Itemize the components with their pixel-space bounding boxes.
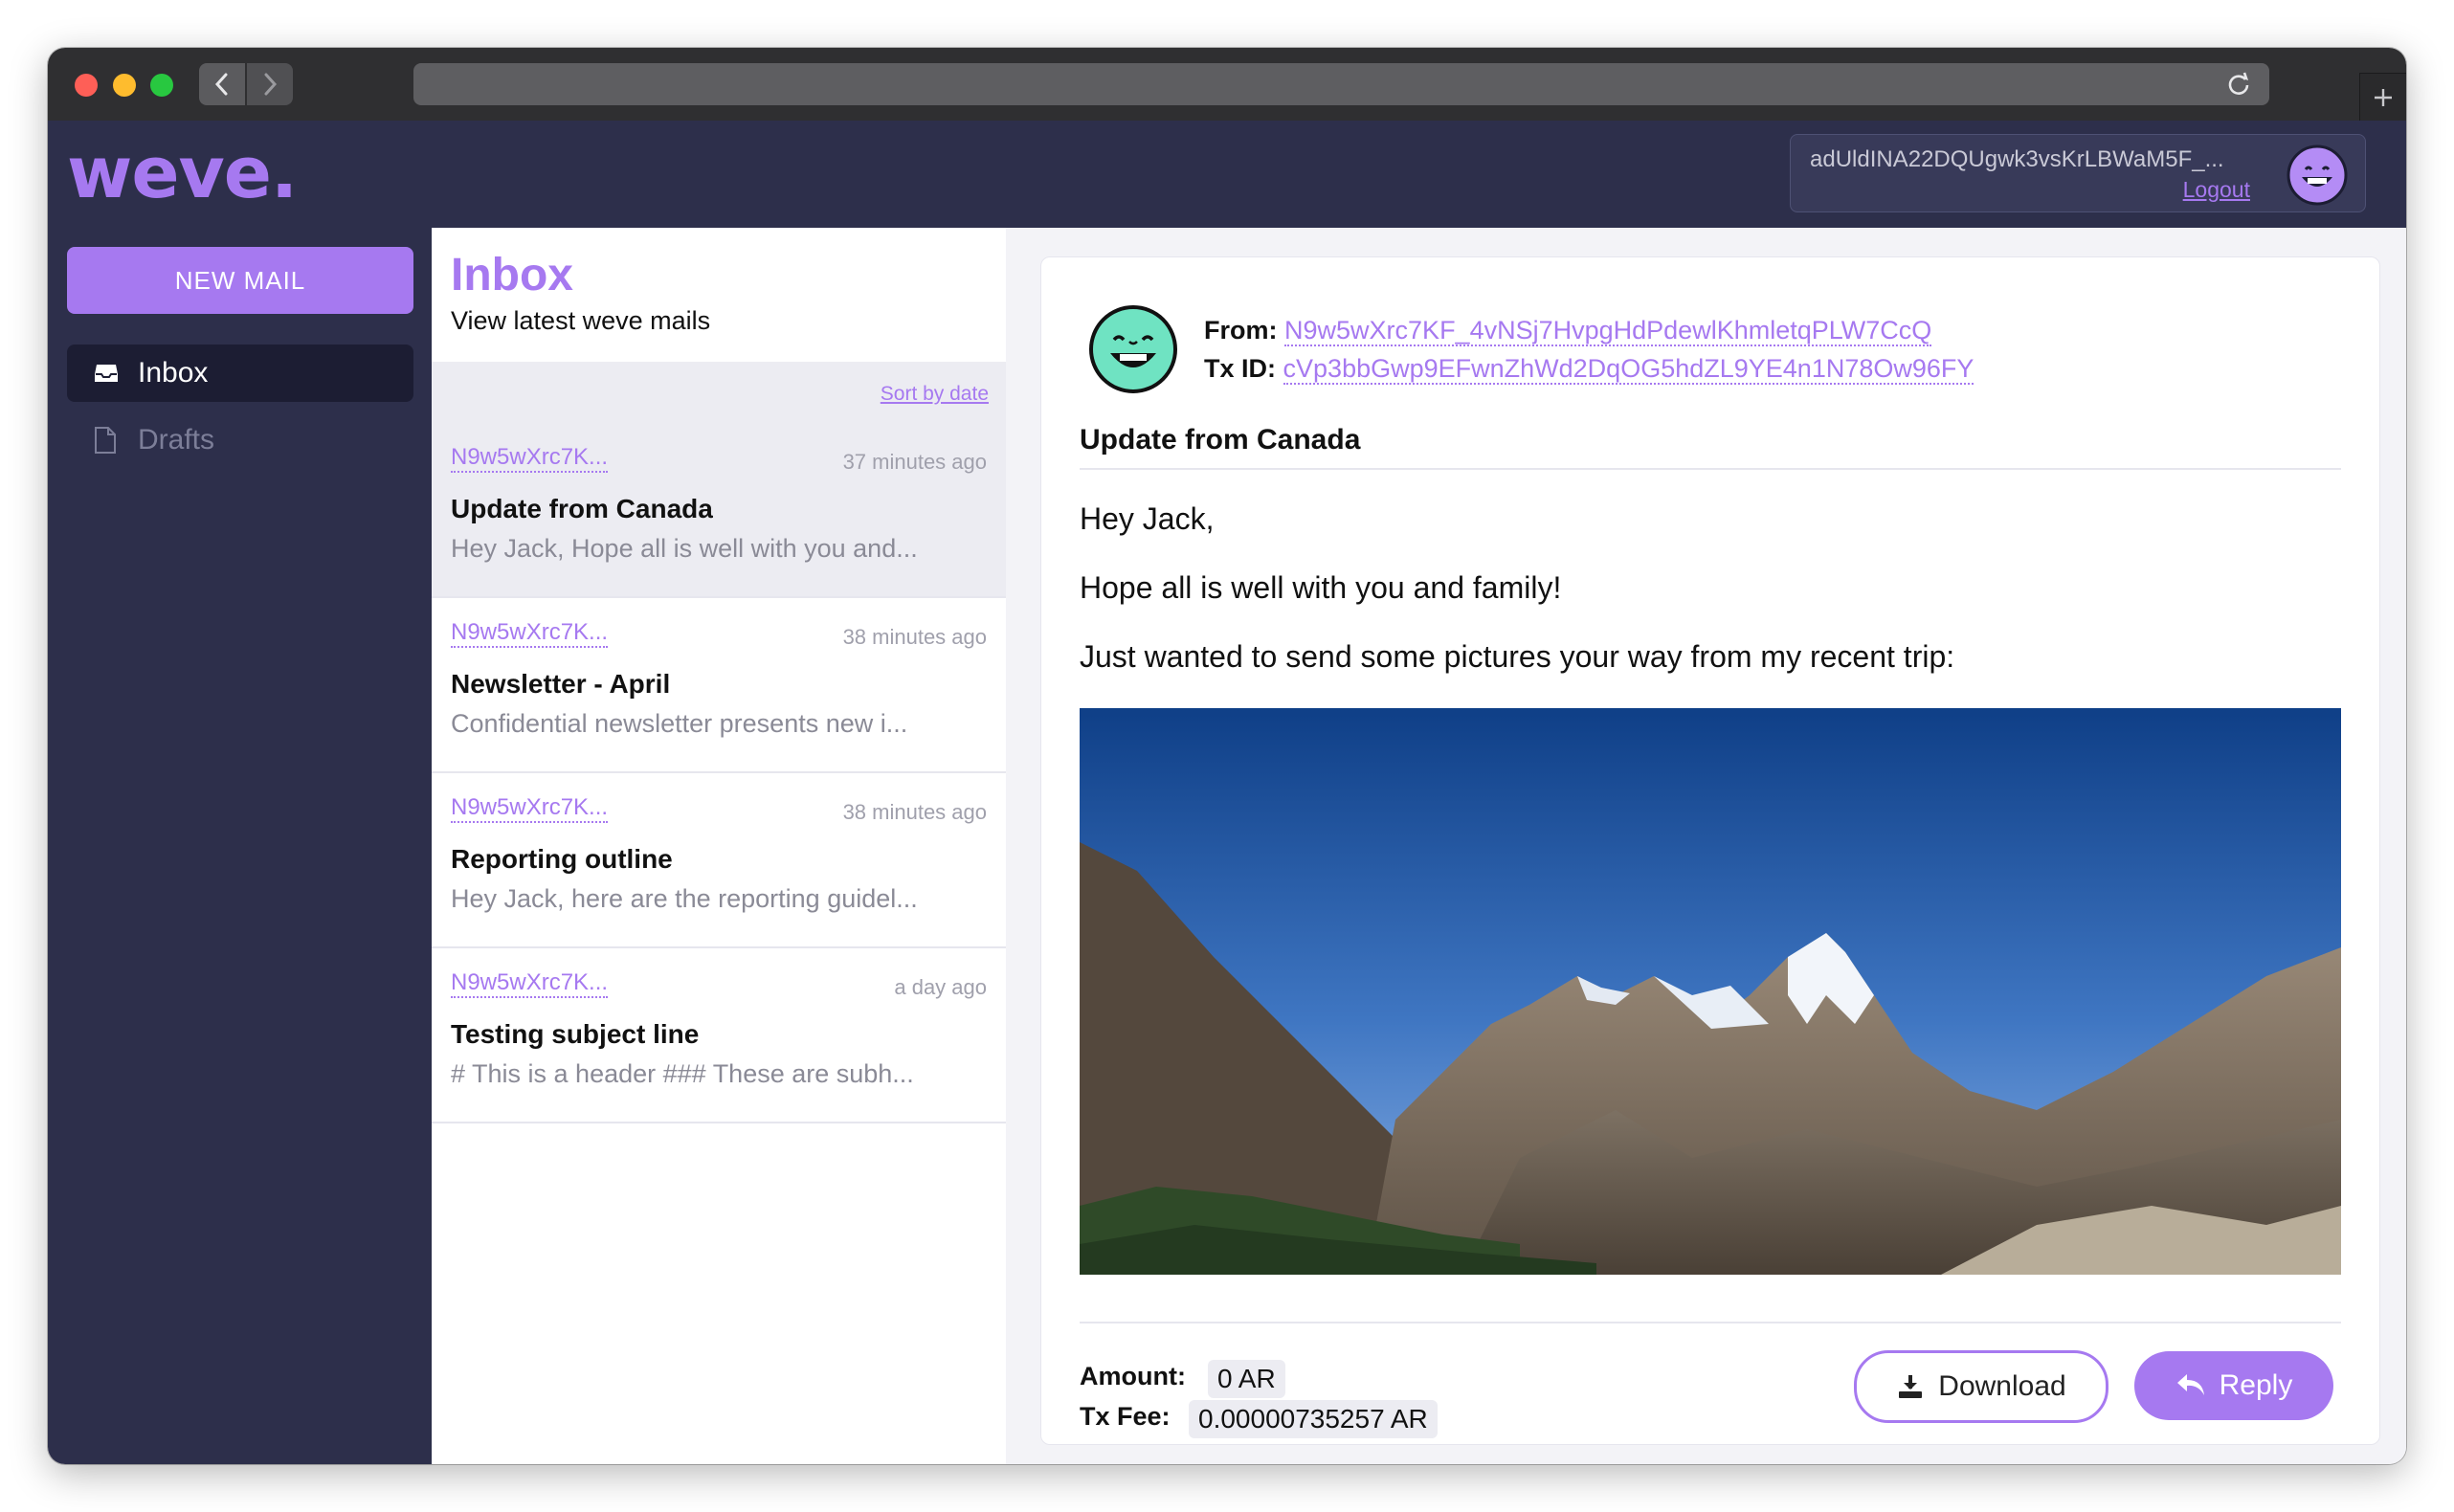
mail-sender[interactable]: N9w5wXrc7K... xyxy=(451,619,609,648)
mail-time: 38 minutes ago xyxy=(842,625,987,649)
mail-list-panel: Inbox View latest weve mails Sort by dat… xyxy=(432,228,1008,1464)
close-window-button[interactable] xyxy=(75,74,98,97)
app-header: weve. adUldINA22DQUgwk3vsKrLBWaM5F_... L… xyxy=(48,121,2406,228)
message-meta: From: N9w5wXrc7KF_4vNSj7HvpgHdPdewlKhmle… xyxy=(1204,311,1974,388)
sender-avatar-icon xyxy=(1089,305,1177,393)
new-tab-button[interactable] xyxy=(2359,73,2406,122)
minimize-window-button[interactable] xyxy=(113,74,136,97)
forward-button[interactable] xyxy=(247,63,293,105)
sender-address-link[interactable]: N9w5wXrc7KF_4vNSj7HvpgHdPdewlKhmletqPLW7… xyxy=(1284,316,1932,346)
message-greeting: Hey Jack, xyxy=(1080,501,1215,536)
mail-preview: Hey Jack, here are the reporting guidel.… xyxy=(451,884,918,913)
amount-value: 0 AR xyxy=(1208,1360,1285,1398)
weve-logo[interactable]: weve. xyxy=(67,132,298,214)
mail-subject: Update from Canada xyxy=(451,494,713,523)
sort-by-date-link[interactable]: Sort by date xyxy=(881,383,989,406)
mail-preview: Hey Jack, Hope all is well with you and.… xyxy=(451,534,918,563)
mail-time: 37 minutes ago xyxy=(842,450,987,474)
mail-sender[interactable]: N9w5wXrc7K... xyxy=(451,969,609,998)
mail-sender[interactable]: N9w5wXrc7K... xyxy=(451,794,609,823)
page-subtitle: View latest weve mails xyxy=(451,306,711,335)
sidebar: NEW MAIL Inbox Drafts xyxy=(48,228,432,1464)
txid-label: Tx ID: xyxy=(1204,354,1277,383)
list-item[interactable]: N9w5wXrc7K... 38 minutes ago Newsletter … xyxy=(432,598,1006,773)
reply-button[interactable]: Reply xyxy=(2134,1351,2333,1420)
sidebar-item-label: Drafts xyxy=(138,424,215,456)
reply-label: Reply xyxy=(2219,1369,2293,1401)
mail-preview: # This is a header ### These are subh... xyxy=(451,1059,914,1088)
message-line: Hope all is well with you and family! xyxy=(1080,570,1562,605)
list-item[interactable]: N9w5wXrc7K... a day ago Testing subject … xyxy=(432,948,1006,1123)
mail-preview: Confidential newsletter presents new i..… xyxy=(451,709,908,738)
mail-subject: Reporting outline xyxy=(451,844,673,874)
amount-label: Amount: xyxy=(1080,1362,1186,1390)
message-line: Just wanted to send some pictures your w… xyxy=(1080,639,1955,674)
mail-time: a day ago xyxy=(894,975,987,999)
mail-sender[interactable]: N9w5wXrc7K... xyxy=(451,444,609,473)
divider xyxy=(1080,1322,2341,1323)
chevron-left-icon xyxy=(214,73,228,96)
chevron-right-icon xyxy=(264,73,278,96)
wallet-address: adUldINA22DQUgwk3vsKrLBWaM5F_... xyxy=(1810,146,2224,172)
list-item[interactable]: N9w5wXrc7K... 38 minutes ago Reporting o… xyxy=(432,773,1006,948)
from-label: From: xyxy=(1204,316,1278,345)
download-icon xyxy=(1899,1375,1923,1398)
tx-fee-label: Tx Fee: xyxy=(1080,1402,1171,1431)
plus-icon xyxy=(2375,89,2392,106)
txid-link[interactable]: cVp3bbGwp9EFwnZhWd2DqOG5hdZL9YE4n1N78Ow9… xyxy=(1283,354,1974,385)
page-title: Inbox xyxy=(451,250,573,300)
mail-time: 38 minutes ago xyxy=(842,800,987,824)
download-label: Download xyxy=(1938,1370,2066,1402)
reply-icon xyxy=(2176,1374,2204,1395)
browser-toolbar xyxy=(48,48,2406,122)
reload-icon[interactable] xyxy=(2225,71,2252,98)
user-avatar-icon[interactable] xyxy=(2287,145,2348,206)
attached-photo xyxy=(1080,708,2341,1275)
address-bar[interactable] xyxy=(413,63,2269,105)
sort-bar: Sort by date xyxy=(432,362,1006,423)
inbox-icon xyxy=(94,363,123,384)
mail-subject: Newsletter - April xyxy=(451,669,671,699)
back-button[interactable] xyxy=(199,63,245,105)
sidebar-item-label: Inbox xyxy=(138,357,209,389)
logout-link[interactable]: Logout xyxy=(2183,177,2250,203)
divider xyxy=(1080,468,2341,470)
tx-fee-value: 0.00000735257 AR xyxy=(1189,1400,1438,1438)
download-button[interactable]: Download xyxy=(1854,1350,2108,1423)
mail-reader: From: N9w5wXrc7KF_4vNSj7HvpgHdPdewlKhmle… xyxy=(1006,228,2406,1464)
new-mail-button[interactable]: NEW MAIL xyxy=(67,247,413,314)
sidebar-item-inbox[interactable]: Inbox xyxy=(67,345,413,402)
list-item[interactable]: N9w5wXrc7K... 37 minutes ago Update from… xyxy=(432,423,1006,598)
mail-subject: Testing subject line xyxy=(451,1019,700,1049)
browser-window: weve. adUldINA22DQUgwk3vsKrLBWaM5F_... L… xyxy=(48,48,2406,1464)
maximize-window-button[interactable] xyxy=(150,74,173,97)
message-subject: Update from Canada xyxy=(1080,424,1361,456)
document-icon xyxy=(94,426,123,455)
sidebar-item-drafts[interactable]: Drafts xyxy=(67,411,413,469)
message-card: From: N9w5wXrc7KF_4vNSj7HvpgHdPdewlKhmle… xyxy=(1040,256,2380,1445)
account-box: adUldINA22DQUgwk3vsKrLBWaM5F_... Logout xyxy=(1790,134,2366,212)
